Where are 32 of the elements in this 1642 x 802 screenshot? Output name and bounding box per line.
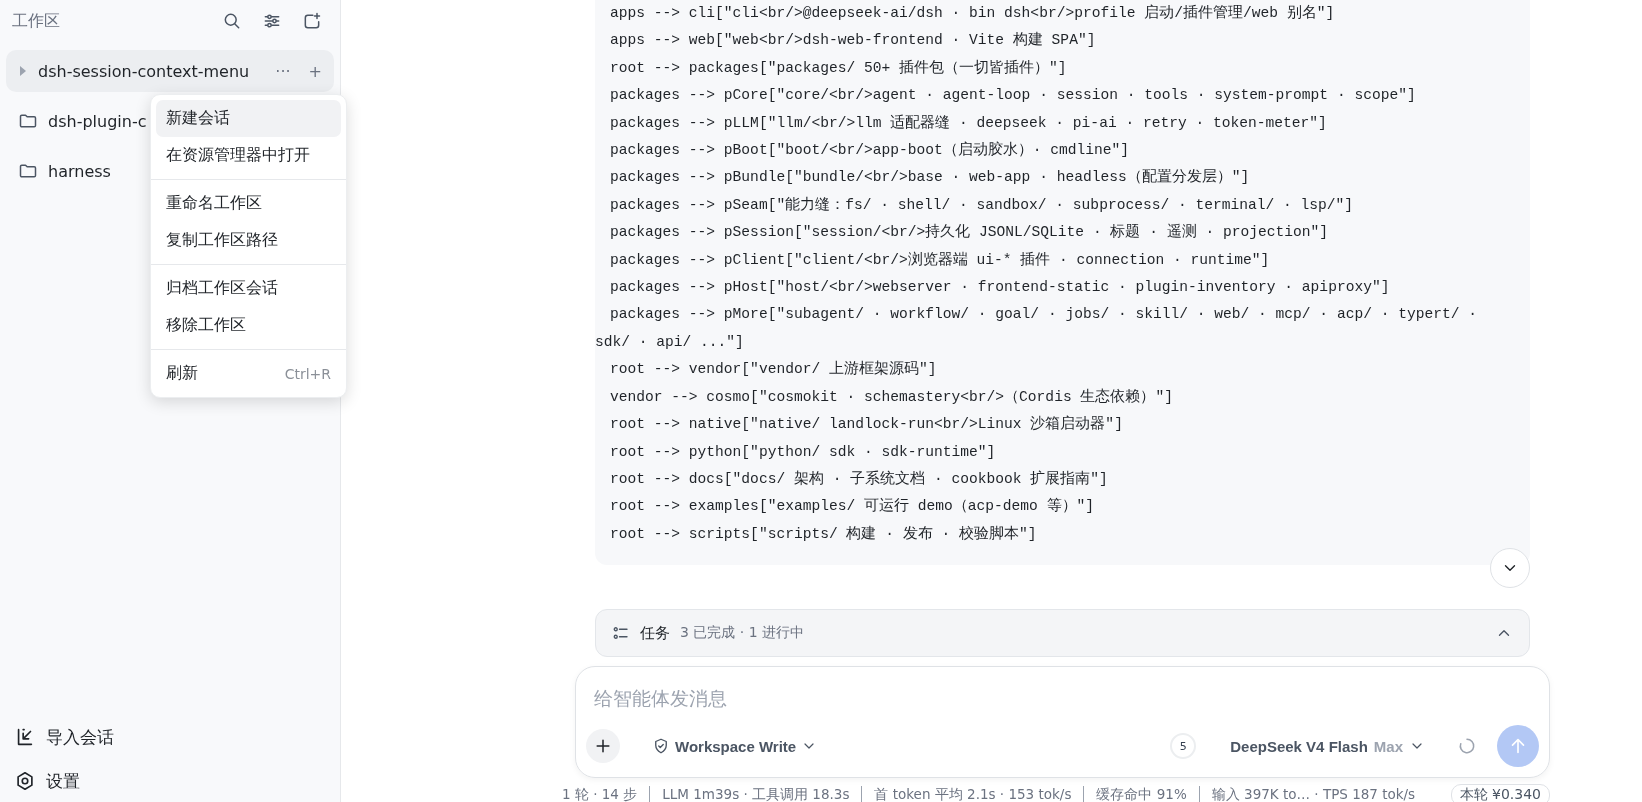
code-line: packages --> pBundle["bundle/<br/>base · web-app · headless（配置分发层）"] [609, 168, 1251, 188]
code-line: root --> native["native/ landlock-run<br/>Linux 沙箱启动器"] [609, 414, 1124, 435]
status-item: 输入 397K to… · TPS 187 tok/s [1198, 786, 1428, 802]
code-line: packages --> pClient["client/<br/>浏览器端 ui-* 插件 · connection · runtime"] [609, 250, 1271, 270]
shortcut-hint: Ctrl+R [284, 365, 331, 382]
status-item: 首 token 平均 2.1s · 153 tok/s [861, 786, 1084, 802]
code-line: apps --> cli["cli<br/>@deepseek-ai/dsh · bin dsh<br/>profile 启动/插件管理/web 别名"] [609, 3, 1336, 23]
count-badge: 5 [1170, 733, 1197, 759]
code-line: root --> vendor["vendor/ 上游框架源码"] [609, 359, 938, 380]
code-line: root --> scripts["scripts/ 构建 · 发布 · 校验脚本"] [609, 524, 1038, 544]
workspace-name: dsh-plugin-c [48, 111, 147, 131]
sidebar-title: 工作区 [12, 10, 61, 32]
code-line: packages --> pSeam["能力缝：fs/ · shell/ · sandbox/ · subprocess/ · terminal/ · lsp/"] [609, 195, 1355, 215]
workspace-name: dsh-session-context-menu [38, 61, 250, 81]
task-label: 任务 [640, 623, 670, 643]
code-line: packages --> pCore["core/<br/>agent · agent-loop · session · tools · system-prompt · scope"] [609, 86, 1417, 106]
code-line: apps --> web["web<br/>dsh-web-frontend · Vite 构建 SPA"] [609, 30, 1097, 51]
cost-badge: 本轮 ¥0.340 [1450, 784, 1550, 802]
code-line: root --> packages["packages/ 50+ 插件包（一切皆插件）"] [609, 58, 1068, 78]
code-line: root --> docs["docs/ 架构 · 子系统文档 · cookbook 扩展指南"] [609, 469, 1109, 489]
code-line: packages --> pLLM["llm/<br/>llm 适配器缝 · deepseek · pi-ai · retry · token-meter"] [609, 113, 1328, 133]
code-line: vendor --> cosmo["cosmokit · schemastery<br/>（Cordis 生态依赖）"] [609, 387, 1174, 407]
status-item: 1 轮 · 14 步 [562, 786, 639, 802]
code-line: packages --> pSession["session/<br/>持久化 JSONL/SQLite · 标题 · 遥测 · projection"] [609, 222, 1330, 243]
code-line: root --> examples["examples/ 可运行 demo（acp-demo 等）"] [609, 497, 1096, 517]
status-item: 缓存命中 91% [1083, 786, 1199, 802]
task-summary: 3 已完成 · 1 进行中 [680, 624, 806, 642]
code-line: root --> python["python/ sdk · sdk-runtime"] [609, 442, 997, 462]
status-item: LLM 1m39s · 工具调用 18.3s [649, 786, 862, 802]
code-line: packages --> pHost["host/<br/>webserver · frontend-static · plugin-inventory · apiproxy"] [609, 278, 1391, 298]
code-line: packages --> pBoot["boot/<br/>app-boot（启动胶水）· cmdline"] [609, 140, 1131, 161]
workspace-name: harness [48, 161, 111, 181]
